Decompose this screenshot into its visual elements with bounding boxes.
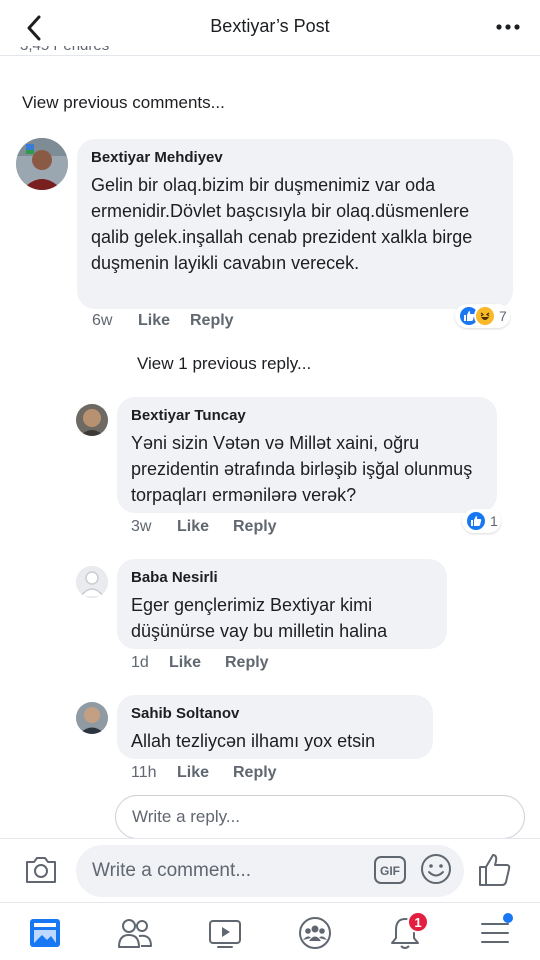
gif-icon: GIF bbox=[374, 856, 406, 884]
bottom-tab-bar: 1 bbox=[0, 902, 540, 960]
gif-button[interactable]: GIF bbox=[374, 856, 406, 884]
watch-icon bbox=[209, 920, 241, 948]
reply-text: Allah tezliycən ilhamı yox etsin bbox=[131, 731, 376, 751]
reply-button[interactable]: Reply bbox=[190, 312, 234, 330]
reply-actions: 3w Like Reply bbox=[131, 518, 277, 536]
like-reaction-icon bbox=[465, 510, 487, 532]
camera-button[interactable] bbox=[24, 855, 60, 887]
reply-bubble: Sahib Soltanov Allah tezliycən ilhamı yo… bbox=[117, 695, 433, 759]
tab-groups[interactable] bbox=[295, 913, 335, 953]
comment-author[interactable]: Bextiyar Mehdiyev bbox=[91, 149, 499, 166]
tab-notifications[interactable]: 1 bbox=[385, 911, 429, 953]
haha-reaction-icon bbox=[474, 305, 496, 327]
avatar[interactable] bbox=[76, 566, 108, 598]
more-options-button[interactable] bbox=[490, 12, 526, 42]
reply-actions: 11h Like Reply bbox=[131, 764, 277, 782]
tab-watch[interactable] bbox=[205, 913, 245, 953]
svg-text:GIF: GIF bbox=[380, 864, 400, 878]
reactions-summary[interactable]: 1 bbox=[462, 509, 501, 533]
tab-news-feed[interactable] bbox=[25, 913, 65, 953]
tab-friends[interactable] bbox=[115, 913, 155, 953]
reply-timestamp: 1d bbox=[131, 654, 149, 671]
like-button[interactable]: Like bbox=[177, 518, 233, 536]
reply-author[interactable]: Baba Nesirli bbox=[131, 569, 433, 586]
avatar[interactable] bbox=[76, 404, 108, 436]
comment-bubble: Bextiyar Mehdiyev Gelin bir olaq.bizim b… bbox=[77, 139, 513, 309]
thumbs-up-icon bbox=[479, 854, 511, 886]
reply-bubble: Baba Nesirli Eger gençlerimiz Bextiyar k… bbox=[117, 559, 447, 649]
reply-timestamp: 11h bbox=[131, 764, 157, 781]
emoji-icon bbox=[421, 854, 451, 884]
more-horizontal-icon bbox=[496, 24, 520, 30]
reaction-count: 1 bbox=[490, 513, 498, 529]
avatar[interactable] bbox=[16, 138, 68, 190]
reply-actions: 1d Like Reply bbox=[131, 654, 269, 672]
reply-author[interactable]: Bextiyar Tuncay bbox=[131, 407, 483, 424]
friends-icon bbox=[118, 919, 152, 948]
tab-menu[interactable] bbox=[475, 913, 515, 953]
reactions-summary[interactable]: 7 bbox=[455, 304, 510, 328]
reply-text: Yəni sizin Vətən və Millət xaini, oğru p… bbox=[131, 433, 473, 505]
reply-button[interactable]: Reply bbox=[225, 654, 269, 672]
reply-button[interactable]: Reply bbox=[233, 518, 277, 536]
menu-update-dot bbox=[503, 913, 513, 923]
like-button[interactable]: Like bbox=[177, 764, 233, 782]
reply-author[interactable]: Sahib Soltanov bbox=[131, 705, 419, 722]
avatar[interactable] bbox=[76, 702, 108, 734]
reaction-count: 7 bbox=[499, 308, 507, 324]
like-thumb-button[interactable] bbox=[476, 851, 516, 891]
like-button[interactable]: Like bbox=[169, 654, 225, 672]
comment-actions: 6w Like Reply bbox=[92, 312, 234, 330]
reply-timestamp: 3w bbox=[131, 518, 152, 535]
comment-text: Gelin bir olaq.bizim bir duşmenimiz var … bbox=[91, 175, 473, 273]
page-title: Bextiyar’s Post bbox=[210, 16, 330, 36]
view-previous-reply-link[interactable]: View 1 previous reply... bbox=[137, 354, 311, 374]
groups-icon bbox=[299, 917, 331, 949]
emoji-button[interactable] bbox=[420, 853, 452, 885]
reply-input-placeholder: Write a reply... bbox=[132, 807, 241, 826]
reply-bubble: Bextiyar Tuncay Yəni sizin Vətən və Mill… bbox=[117, 397, 497, 513]
like-button[interactable]: Like bbox=[138, 312, 190, 330]
notification-badge: 1 bbox=[407, 911, 429, 933]
reply-button[interactable]: Reply bbox=[233, 764, 277, 782]
reply-input[interactable]: Write a reply... bbox=[115, 795, 525, 839]
view-previous-comments-link[interactable]: View previous comments... bbox=[22, 93, 225, 113]
camera-icon bbox=[26, 857, 56, 883]
menu-icon bbox=[481, 923, 509, 943]
reply-text: Eger gençlerimiz Bextiyar kimi düşünürse… bbox=[131, 595, 388, 641]
comment-timestamp: 6w bbox=[92, 312, 113, 329]
comment-input-placeholder: Write a comment... bbox=[92, 860, 252, 881]
truncated-text: 3,45 Pendres bbox=[20, 46, 109, 56]
comment-composer: Write a comment... GIF bbox=[0, 838, 540, 902]
default-profile-icon bbox=[76, 566, 108, 598]
news-feed-icon bbox=[30, 919, 60, 947]
